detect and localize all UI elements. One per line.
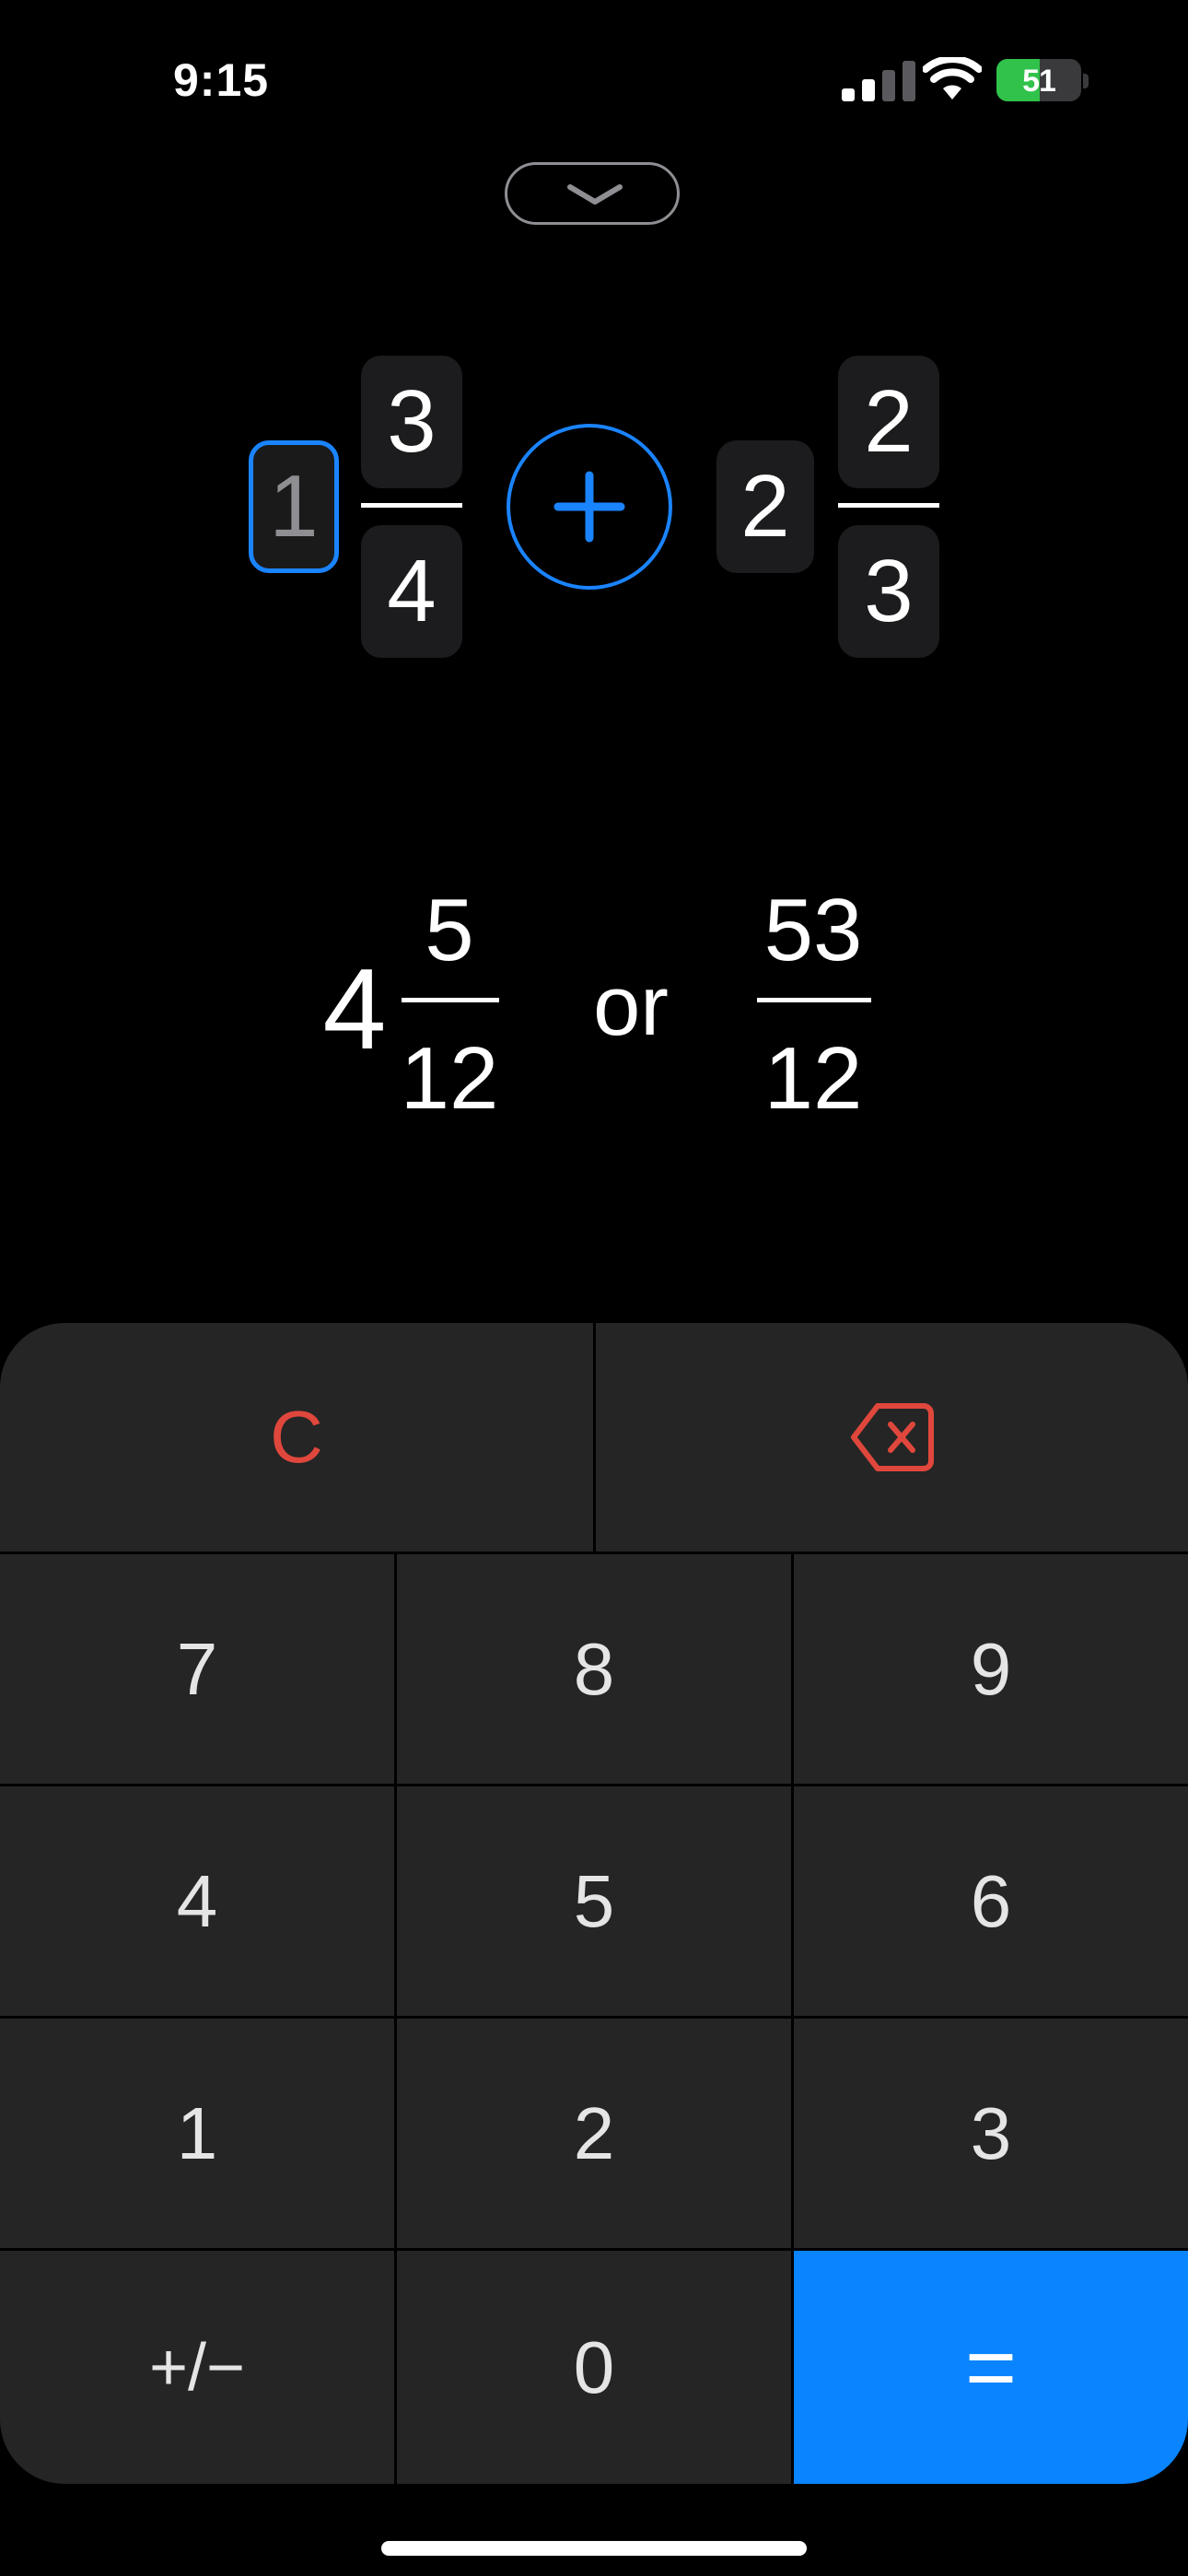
result-mixed-bar — [402, 998, 499, 1002]
first-fraction-bar — [361, 503, 462, 508]
key-1[interactable]: 1 — [0, 2019, 394, 2248]
result-connector: or — [593, 959, 669, 1053]
key-4[interactable]: 4 — [0, 1786, 394, 2016]
second-fraction-bar — [838, 503, 939, 508]
first-whole-field[interactable]: 1 — [249, 440, 339, 573]
key-9[interactable]: 9 — [794, 1554, 1188, 1784]
clear-button[interactable]: C — [0, 1323, 593, 1551]
collapse-button[interactable] — [505, 162, 680, 225]
key-3[interactable]: 3 — [794, 2019, 1188, 2248]
status-time: 9:15 — [173, 54, 270, 106]
keypad: C 7 8 9 4 5 6 1 2 3 +/− 0 = — [0, 1323, 1188, 2484]
chevron-down-icon — [567, 184, 623, 205]
equals-button[interactable]: = — [794, 2251, 1188, 2484]
battery-level: 51 — [1022, 64, 1056, 99]
delete-left-icon — [850, 1403, 934, 1471]
signal-icon — [842, 61, 915, 101]
wifi-icon — [923, 57, 982, 100]
home-indicator[interactable] — [381, 2541, 807, 2556]
second-whole-field[interactable]: 2 — [716, 440, 814, 573]
key-7[interactable]: 7 — [0, 1554, 394, 1784]
plus-icon — [553, 471, 625, 543]
battery-tip — [1083, 74, 1089, 88]
key-0[interactable]: 0 — [397, 2251, 791, 2484]
second-numerator-field[interactable]: 2 — [838, 356, 939, 488]
result-improper-bar — [757, 998, 871, 1002]
second-denominator-field[interactable]: 3 — [838, 525, 939, 658]
first-denominator-field[interactable]: 4 — [361, 525, 462, 658]
operator-button[interactable] — [507, 424, 672, 590]
result-improper-numerator: 53 — [763, 881, 863, 979]
first-numerator-field[interactable]: 3 — [361, 356, 462, 488]
key-8[interactable]: 8 — [397, 1554, 791, 1784]
result-improper-denominator: 12 — [763, 1029, 863, 1128]
battery-charging-icon: 51 — [996, 59, 1081, 101]
key-2[interactable]: 2 — [397, 2019, 791, 2248]
sign-toggle-button[interactable]: +/− — [0, 2251, 394, 2484]
backspace-button[interactable] — [596, 1323, 1188, 1551]
result-mixed-numerator: 5 — [425, 881, 474, 979]
key-5[interactable]: 5 — [397, 1786, 791, 2016]
result-mixed-denominator: 12 — [400, 1029, 499, 1128]
key-6[interactable]: 6 — [794, 1786, 1188, 2016]
result-whole: 4 — [322, 946, 387, 1073]
